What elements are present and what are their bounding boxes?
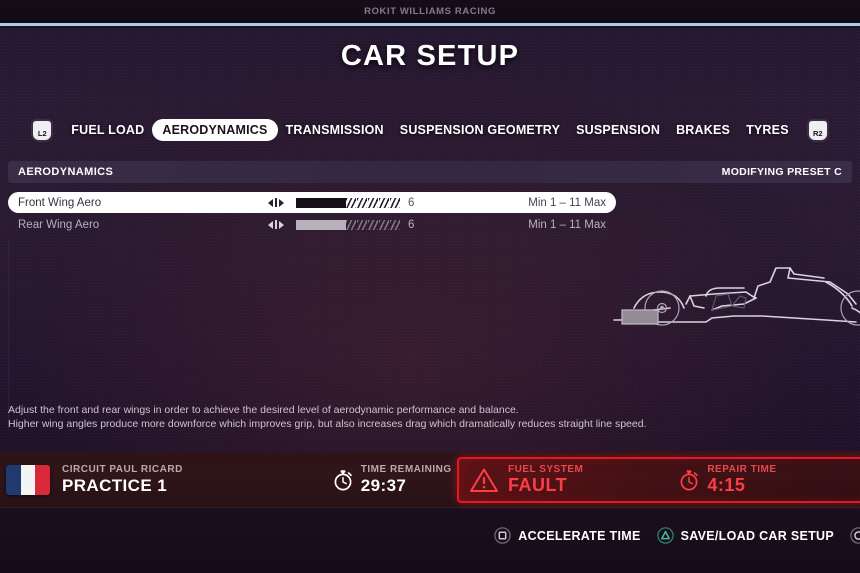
repair-time-label: REPAIR TIME: [707, 464, 777, 475]
setting-slider[interactable]: [296, 219, 401, 230]
slider-segment-filled: [326, 219, 336, 230]
tab-suspension[interactable]: SUSPENSION: [568, 119, 668, 141]
time-remaining-value: 29:37: [360, 476, 407, 495]
slider-segment-empty: [346, 219, 356, 230]
fault-system-label: FUEL SYSTEM: [508, 464, 584, 475]
stopwatch-icon: [334, 470, 352, 491]
slider-segment-filled: [316, 197, 326, 208]
slider-segment-filled: [326, 197, 336, 208]
repair-time-block: REPAIR TIME 4:15: [679, 464, 776, 496]
team-banner: ROKIT WILLIAMS RACING: [0, 0, 860, 23]
section-header: AERODYNAMICS MODIFYING PRESET C: [8, 161, 852, 183]
slider-segment-empty: [357, 197, 367, 208]
square-button-icon: [494, 527, 512, 544]
slider-segment-filled: [336, 197, 346, 208]
tab-transmission[interactable]: TRANSMISSION: [278, 119, 392, 141]
arrow-right-icon[interactable]: [279, 198, 284, 207]
setting-row-front-wing-aero[interactable]: Front Wing Aero 6 Min 1 – 11 Max: [8, 192, 860, 213]
slider-segment-filled: [306, 197, 316, 208]
accelerate-time-label: ACCELERATE TIME: [518, 528, 641, 543]
time-remaining-label: TIME REMAINING: [360, 464, 452, 475]
section-title: AERODYNAMICS: [18, 166, 114, 178]
france-flag-icon: [6, 465, 50, 495]
setting-range: Min 1 – 11 Max: [528, 196, 606, 209]
circuit-name: CIRCUIT PAUL RICARD: [62, 464, 183, 475]
setting-description: Adjust the front and rear wings in order…: [8, 403, 648, 431]
settings-list: Front Wing Aero 6 Min 1 – 11 Max Rear Wi…: [8, 192, 860, 236]
accelerate-time-button[interactable]: ACCELERATE TIME: [494, 527, 640, 544]
stepper-arrows[interactable]: [268, 198, 292, 207]
team-name: ROKIT WILLIAMS RACING: [364, 6, 496, 17]
arrow-right-icon[interactable]: [279, 220, 284, 229]
setting-slider[interactable]: [296, 197, 401, 208]
tab-tyres[interactable]: TYRES: [738, 119, 797, 141]
l2-trigger-icon[interactable]: L2: [33, 120, 52, 140]
overflow-button-partial[interactable]: [850, 527, 860, 544]
slider-segment-filled: [316, 219, 326, 230]
triangle-button-icon: [656, 527, 674, 544]
slider-segment-empty: [357, 219, 367, 230]
slider-segment-empty: [390, 219, 400, 230]
warning-triangle-icon: [470, 468, 498, 492]
fault-info: FUEL SYSTEM FAULT: [508, 464, 583, 496]
repair-time-value: 4:15: [707, 475, 746, 495]
description-line-2: Higher wing angles produce more downforc…: [8, 418, 647, 430]
slider-segment-filled: [306, 219, 316, 230]
slider-segment-empty: [390, 197, 400, 208]
tab-nav: L2 FUEL LOAD AERODYNAMICS TRANSMISSION S…: [0, 116, 860, 144]
setting-value: 6: [408, 196, 415, 209]
modifying-preset-label: MODIFYING PRESET C: [721, 166, 842, 178]
car-setup-screen: ROKIT WILLIAMS RACING CAR SETUP L2 FUEL …: [0, 0, 860, 573]
page-title: CAR SETUP: [340, 40, 520, 72]
slider-segment-filled: [296, 197, 306, 208]
panel-divider: [8, 240, 9, 430]
slider-segment-empty: [346, 197, 356, 208]
slider-segment-empty: [379, 197, 389, 208]
setting-label: Rear Wing Aero: [18, 218, 100, 231]
fault-state: FAULT: [508, 475, 568, 495]
time-remaining-block: TIME REMAINING 29:37: [333, 464, 452, 496]
tab-suspension-geometry[interactable]: SUSPENSION GEOMETRY: [392, 119, 568, 141]
stopwatch-red-icon: [680, 470, 699, 491]
stepper-arrows[interactable]: [268, 220, 292, 229]
setting-row-rear-wing-aero[interactable]: Rear Wing Aero 6 Min 1 – 11 Max: [8, 214, 860, 235]
slider-segment-empty: [368, 197, 378, 208]
f1-car-illustration: [613, 267, 860, 326]
tab-fuel-load[interactable]: FUEL LOAD: [63, 119, 152, 141]
save-load-car-setup-label: SAVE/LOAD CAR SETUP: [680, 528, 834, 543]
accent-divider: [0, 23, 860, 28]
r2-trigger-icon[interactable]: R2: [808, 120, 827, 140]
setting-range: Min 1 – 11 Max: [528, 218, 606, 231]
circle-button-icon: [850, 527, 860, 544]
footer-actions: ACCELERATE TIME SAVE/LOAD CAR SETUP: [0, 508, 860, 573]
arrow-divider-icon: [275, 220, 277, 229]
description-line-1: Adjust the front and rear wings in order…: [8, 404, 519, 416]
slider-segment-empty: [379, 219, 389, 230]
setting-label: Front Wing Aero: [18, 196, 102, 209]
save-load-car-setup-button[interactable]: SAVE/LOAD CAR SETUP: [656, 527, 834, 544]
arrow-left-icon[interactable]: [268, 198, 273, 207]
tab-brakes[interactable]: BRAKES: [668, 119, 738, 141]
fault-panel: FUEL SYSTEM FAULT REPAIR TIME 4:15: [457, 457, 860, 503]
slider-segment-filled: [296, 219, 306, 230]
setting-value: 6: [408, 218, 415, 231]
slider-segment-empty: [368, 219, 378, 230]
session-name: PRACTICE 1: [62, 476, 168, 495]
arrow-divider-icon: [275, 198, 277, 207]
circuit-info: CIRCUIT PAUL RICARD PRACTICE 1: [62, 464, 183, 496]
arrow-left-icon[interactable]: [268, 220, 273, 229]
slider-segment-filled: [336, 219, 346, 230]
tab-aerodynamics[interactable]: AERODYNAMICS: [152, 119, 278, 141]
